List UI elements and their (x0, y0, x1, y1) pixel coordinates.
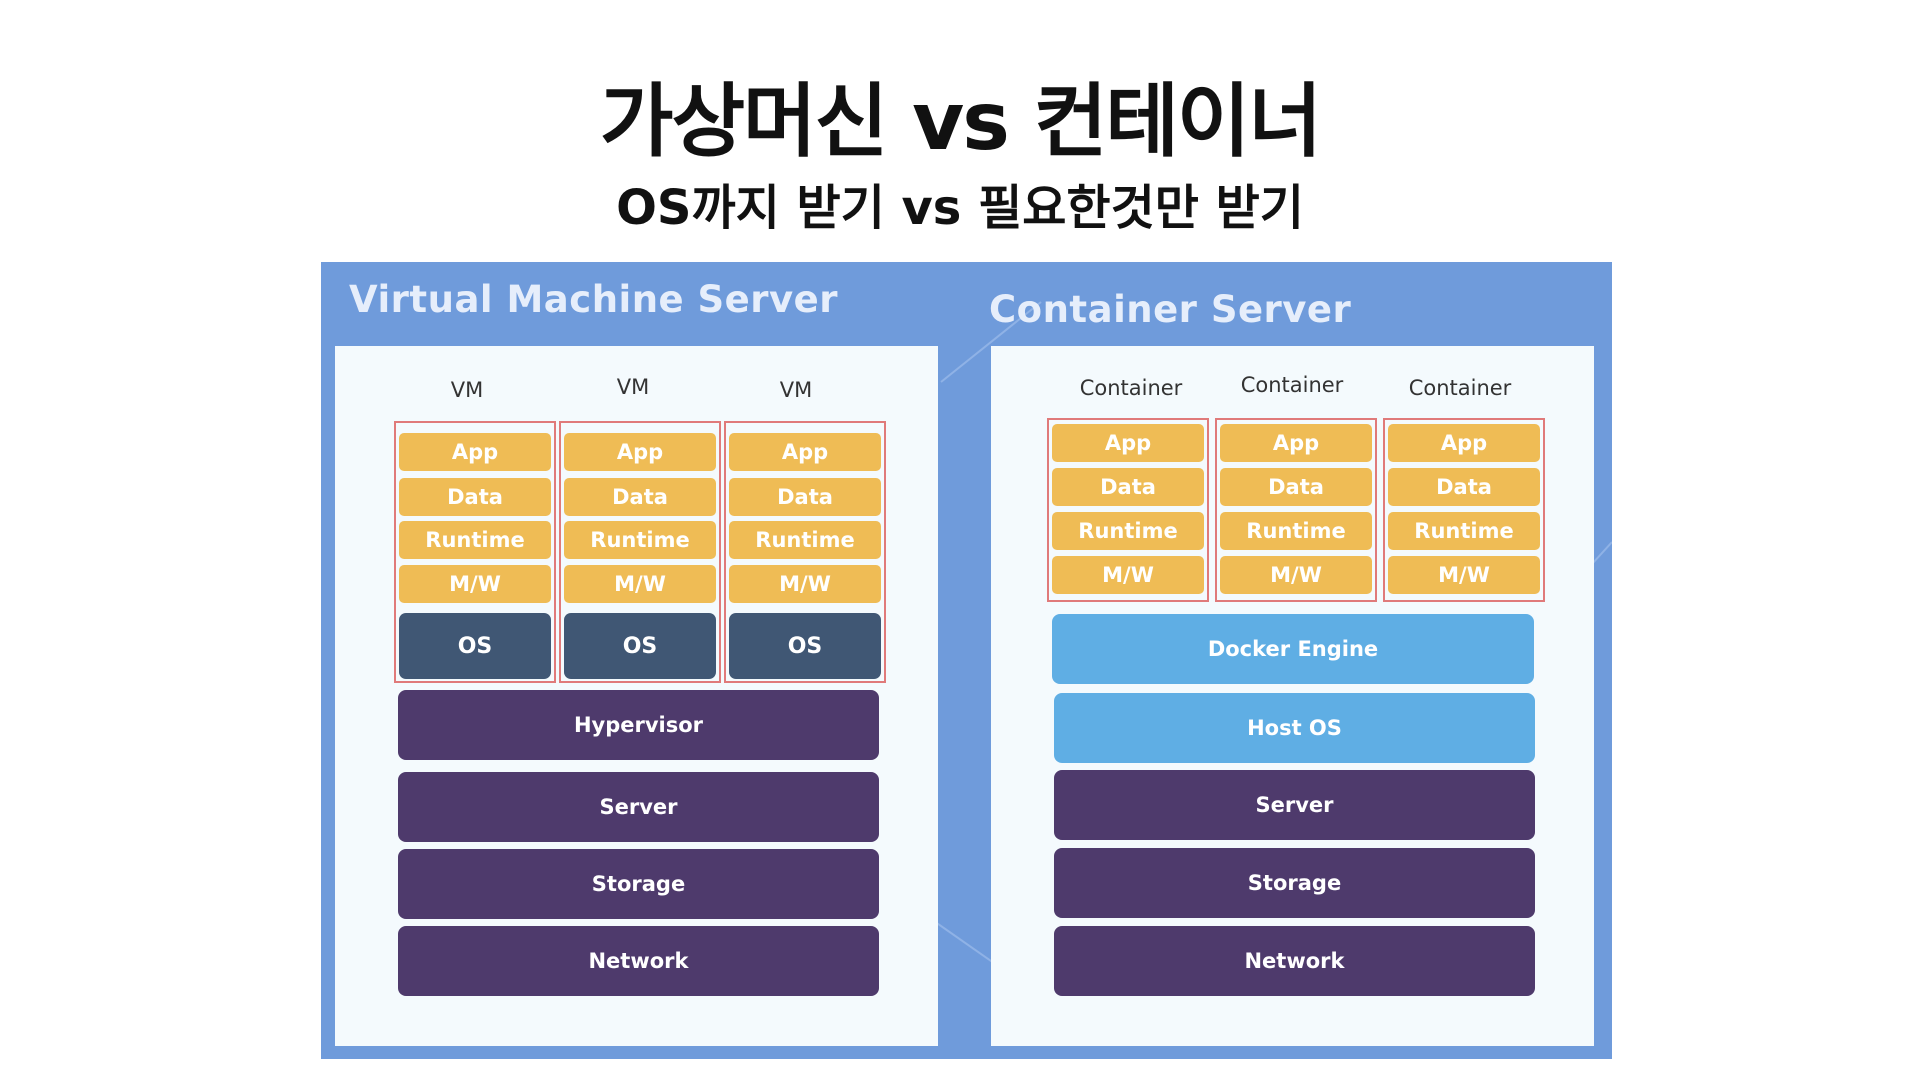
mw-layer: M/W (1220, 556, 1372, 594)
container-stack: App Data Runtime M/W (1383, 418, 1545, 602)
container-label: Container (1408, 376, 1512, 400)
runtime-layer: Runtime (564, 521, 716, 559)
container-label: Container (1079, 376, 1183, 400)
app-layer: App (729, 433, 881, 471)
storage-layer: Storage (398, 849, 879, 919)
vm-label: VM (779, 378, 813, 402)
page-subtitle: OS까지 받기 vs 필요한것만 받기 (616, 180, 1304, 236)
vm-label: VM (450, 378, 484, 402)
mw-layer: M/W (1052, 556, 1204, 594)
mw-layer: M/W (564, 565, 716, 603)
runtime-layer: Runtime (399, 521, 551, 559)
runtime-layer: Runtime (1388, 512, 1540, 550)
runtime-layer: Runtime (729, 521, 881, 559)
hypervisor-layer: Hypervisor (398, 690, 879, 760)
vm-server-title: Virtual Machine Server (349, 278, 838, 321)
server-layer: Server (398, 772, 879, 842)
app-layer: App (564, 433, 716, 471)
data-layer: Data (399, 478, 551, 516)
runtime-layer: Runtime (1220, 512, 1372, 550)
data-layer: Data (1220, 468, 1372, 506)
app-layer: App (399, 433, 551, 471)
storage-layer: Storage (1054, 848, 1535, 918)
app-layer: App (1388, 424, 1540, 462)
vm-server-box: VM VM VM App Data Runtime M/W OS App Dat… (335, 346, 938, 1046)
container-server-box: Container Container Container App Data R… (991, 346, 1594, 1046)
vm-stack: App Data Runtime M/W OS (724, 421, 886, 683)
container-label: Container (1240, 373, 1344, 397)
guest-os-layer: OS (564, 613, 716, 679)
mw-layer: M/W (1388, 556, 1540, 594)
network-layer: Network (398, 926, 879, 996)
network-layer: Network (1054, 926, 1535, 996)
guest-os-layer: OS (729, 613, 881, 679)
server-layer: Server (1054, 770, 1535, 840)
vm-label: VM (616, 375, 650, 399)
container-server-title: Container Server (989, 288, 1352, 331)
guest-os-layer: OS (399, 613, 551, 679)
app-layer: App (1220, 424, 1372, 462)
mw-layer: M/W (399, 565, 551, 603)
mw-layer: M/W (729, 565, 881, 603)
data-layer: Data (729, 478, 881, 516)
runtime-layer: Runtime (1052, 512, 1204, 550)
diagram-panel: Virtual Machine Server VM VM VM App Data… (321, 262, 1612, 1059)
data-layer: Data (564, 478, 716, 516)
container-stack: App Data Runtime M/W (1047, 418, 1209, 602)
docker-engine-layer: Docker Engine (1052, 614, 1534, 684)
app-layer: App (1052, 424, 1204, 462)
container-stack: App Data Runtime M/W (1215, 418, 1377, 602)
vm-stack: App Data Runtime M/W OS (559, 421, 721, 683)
vm-stack: App Data Runtime M/W OS (394, 421, 556, 683)
data-layer: Data (1388, 468, 1540, 506)
host-os-layer: Host OS (1054, 693, 1535, 763)
data-layer: Data (1052, 468, 1204, 506)
page-title: 가상머신 vs 컨테이너 (599, 75, 1322, 168)
